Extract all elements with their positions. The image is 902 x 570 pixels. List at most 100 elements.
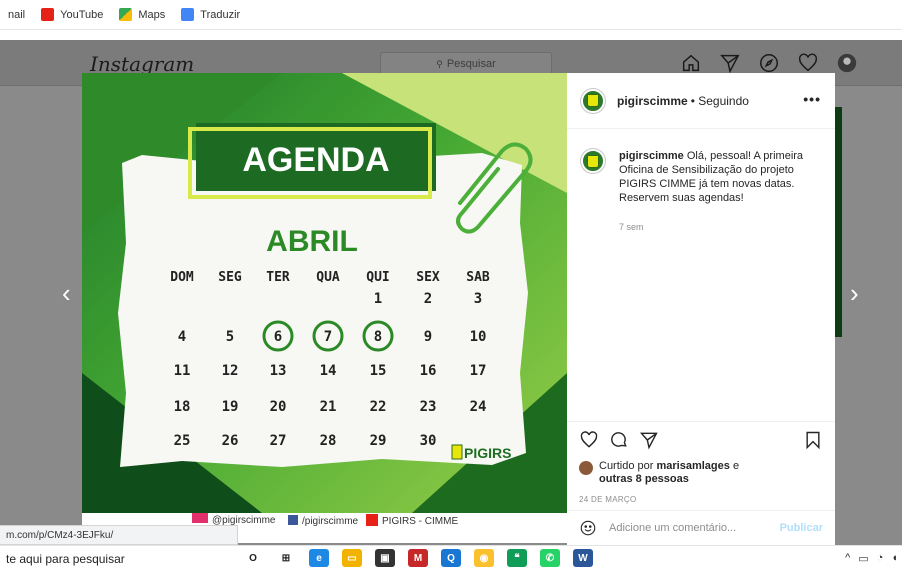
weekday-label: SAB <box>466 270 490 285</box>
taskbar-search-input[interactable]: te aqui para pesquisar <box>0 546 230 570</box>
post-header: pigirscimme • Seguindo ••• <box>567 73 835 129</box>
youtube-icon <box>41 8 55 21</box>
liked-user[interactable]: marisamlages <box>656 460 729 472</box>
calendar-day: 14 <box>320 363 337 379</box>
avatar[interactable] <box>581 88 605 113</box>
taskbar-apps: O ⊞ e ▭ ▣ M Q ◉ ❝ ✆ W <box>243 549 593 567</box>
liker-avatar[interactable] <box>579 461 593 475</box>
word-icon[interactable]: W <box>573 549 593 567</box>
previous-post-arrow[interactable]: ‹ <box>62 278 71 309</box>
bookmark-mail[interactable]: nail <box>8 9 25 21</box>
facebook-icon <box>288 515 298 525</box>
task-view-icon[interactable]: ⊞ <box>276 549 296 567</box>
bookmark-maps[interactable]: Maps <box>119 8 165 21</box>
post-image[interactable]: AGENDA ABRIL DOM SEG TER QUA QUI SEX SAB 1 2 3 4 5 6… <box>82 73 567 543</box>
caption-username[interactable]: pigirscimme <box>619 150 684 162</box>
bookmark-translate[interactable]: Traduzir <box>181 8 240 21</box>
calendar-day: 30 <box>420 433 437 449</box>
hangouts-icon[interactable]: ❝ <box>507 549 527 567</box>
network-icon[interactable]: ◔ <box>877 552 884 565</box>
weekday-label: SEX <box>416 270 440 285</box>
calendar-day: 20 <box>270 399 287 415</box>
search-placeholder: Pesquisar <box>446 58 496 70</box>
calendar-day: 18 <box>174 399 191 415</box>
calendar-day: 22 <box>370 399 387 415</box>
calendar-day: 26 <box>222 433 239 449</box>
comment-icon[interactable] <box>609 430 629 450</box>
battery-icon[interactable]: ▭ <box>858 552 868 565</box>
brand-text: PIGIRS <box>464 445 511 461</box>
chrome-icon[interactable]: ◉ <box>474 549 494 567</box>
calendar-day: 4 <box>178 329 186 345</box>
status-url: m.com/p/CMz4-3EJFku/ <box>0 525 238 545</box>
calendar-day: 11 <box>174 363 191 379</box>
explore-icon[interactable] <box>758 52 780 74</box>
calendar-day: 16 <box>420 363 437 379</box>
background-post-thumbnail <box>835 107 842 337</box>
caption-text: pigirscimme Olá, pessoal! A primeira Ofi… <box>619 149 821 205</box>
bookmark-mail-label: nail <box>8 8 26 21</box>
direct-icon[interactable] <box>719 52 741 74</box>
calendar-day: 13 <box>270 363 287 379</box>
post-sidebar: pigirscimme • Seguindo ••• pigirscimme O… <box>567 73 835 545</box>
profile-avatar-icon[interactable] <box>836 52 858 74</box>
likes-summary: Curtido por marisamlages e outras 8 pess… <box>579 460 739 486</box>
follow-status[interactable]: • Seguindo <box>691 94 749 108</box>
liked-prefix: Curtido por <box>599 460 654 472</box>
agenda-graphic: AGENDA ABRIL DOM SEG TER QUA QUI SEX SAB1 2 34 5 6… <box>82 73 567 543</box>
calendar-day: 28 <box>320 433 337 449</box>
cortana-icon[interactable]: O <box>243 549 263 567</box>
bookmark-youtube[interactable]: YouTube <box>41 8 103 21</box>
publish-button[interactable]: Publicar <box>780 522 823 534</box>
next-post-arrow[interactable]: › <box>850 278 859 309</box>
caption-avatar[interactable] <box>581 149 605 173</box>
home-icon[interactable] <box>680 52 702 74</box>
whatsapp-icon[interactable]: ✆ <box>540 549 560 567</box>
calendar-day: 12 <box>222 363 239 379</box>
calendar-day: 8 <box>374 329 382 345</box>
chevron-up-icon[interactable]: ^ <box>845 552 850 565</box>
share-icon[interactable] <box>639 430 659 450</box>
calendar-day: 21 <box>320 399 337 415</box>
volume-icon[interactable]: ◖ <box>891 552 898 565</box>
bookmark-save-icon[interactable] <box>803 430 823 450</box>
post-date[interactable]: 24 DE MARÇO <box>579 495 637 504</box>
weekday-label: SEG <box>218 270 242 285</box>
weekday-label: DOM <box>170 270 194 285</box>
caption: pigirscimme Olá, pessoal! A primeira Ofi… <box>581 149 821 205</box>
calendar-day: 24 <box>470 399 487 415</box>
bookmarks-bar: nail YouTube Maps Traduzir <box>0 0 902 30</box>
heart-icon[interactable] <box>797 52 819 74</box>
liked-others[interactable]: outras 8 pessoas <box>599 473 689 485</box>
weekday-label: QUA <box>316 270 340 285</box>
calendar-day: 9 <box>424 329 432 345</box>
app-q-icon[interactable]: Q <box>441 549 461 567</box>
time-ago[interactable]: 7 sem <box>619 222 644 232</box>
edge-icon[interactable]: e <box>309 549 329 567</box>
calendar-day: 25 <box>174 433 191 449</box>
calendar-day: 1 <box>374 291 382 307</box>
post-actions: Curtido por marisamlages e outras 8 pess… <box>567 421 835 543</box>
footer-youtube: PIGIRS - CIMME <box>382 516 458 527</box>
mcafee-icon[interactable]: M <box>408 549 428 567</box>
month-label: ABRIL <box>266 225 358 258</box>
username[interactable]: pigirscimme <box>617 94 688 108</box>
taskbar: te aqui para pesquisar O ⊞ e ▭ ▣ M Q ◉ ❝ ✆ W ^ ▭ ◔… <box>0 545 902 570</box>
calendar-day: 27 <box>270 433 287 449</box>
file-explorer-icon[interactable]: ▭ <box>342 549 362 567</box>
store-icon[interactable]: ▣ <box>375 549 395 567</box>
emoji-icon[interactable] <box>579 519 597 537</box>
comment-input[interactable]: Adicione um comentário... <box>609 522 780 534</box>
calendar-day: 10 <box>470 329 487 345</box>
calendar-day: 19 <box>222 399 239 415</box>
calendar-day: 3 <box>474 291 482 307</box>
maps-icon <box>119 8 133 21</box>
youtube-small-icon <box>366 514 378 526</box>
weekday-label: QUI <box>366 270 389 285</box>
calendar-day: 29 <box>370 433 387 449</box>
more-options-button[interactable]: ••• <box>803 91 821 107</box>
like-heart-icon[interactable] <box>579 430 599 450</box>
calendar-day: 23 <box>420 399 437 415</box>
liked-suffix: e <box>732 460 740 472</box>
system-tray: ^ ▭ ◔ ◖ <box>845 552 898 565</box>
